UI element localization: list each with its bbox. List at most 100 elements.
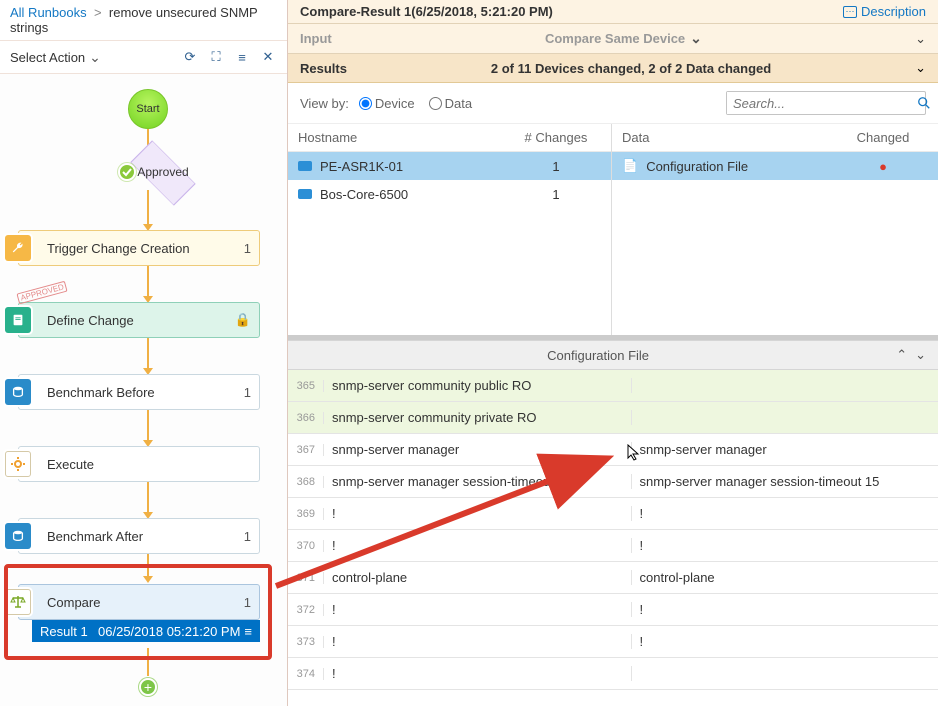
diff-row: 373!! — [288, 626, 938, 658]
results-summary: 2 of 11 Devices changed, 2 of 2 Data cha… — [347, 61, 915, 76]
diff-row: 371control-planecontrol-plane — [288, 562, 938, 594]
arrowhead-icon — [143, 576, 153, 583]
data-name: Configuration File — [646, 159, 748, 174]
left-panel: All Runbooks > remove unsecured SNMP str… — [0, 0, 288, 706]
step-trigger-change[interactable]: Trigger Change Creation 1 — [18, 230, 260, 266]
wrench-icon — [5, 235, 31, 261]
step-count: 1 — [244, 595, 251, 610]
step-benchmark-before[interactable]: Benchmark Before 1 — [18, 374, 260, 410]
diff-row: 370!! — [288, 530, 938, 562]
breadcrumb: All Runbooks > remove unsecured SNMP str… — [0, 0, 287, 41]
connector-line — [147, 266, 149, 296]
connector-line — [147, 482, 149, 512]
diff-left: snmp-server manager session-timeout 15 — [324, 474, 632, 489]
data-row[interactable]: 📄 Configuration File ● — [612, 152, 938, 180]
viewby-device-radio[interactable]: Device — [359, 96, 415, 111]
diff-row: 372!! — [288, 594, 938, 626]
select-action-label: Select Action — [10, 50, 85, 65]
chevron-down-icon[interactable]: ⌄ — [915, 60, 926, 76]
diff-right: snmp-server manager — [632, 442, 938, 457]
header-hostname: Hostname — [298, 130, 511, 145]
device-changes: 1 — [511, 187, 601, 202]
result-label: Result 1 — [40, 624, 88, 639]
diff-left: snmp-server community private RO — [324, 410, 632, 425]
results-row: Results 2 of 11 Devices changed, 2 of 2 … — [288, 54, 938, 83]
diff-right: ! — [632, 538, 938, 553]
gear-icon — [5, 451, 31, 477]
search-icon[interactable] — [917, 92, 931, 114]
diff-left: ! — [324, 602, 632, 617]
focus-icon[interactable]: ⛶ — [207, 48, 225, 66]
compare-title: Compare-Result 1(6/25/2018, 5:21:20 PM) — [300, 4, 553, 19]
step-count: 1 — [244, 385, 251, 400]
input-label: Input — [300, 31, 332, 46]
line-number: 374 — [288, 668, 324, 680]
device-name: Bos-Core-6500 — [320, 187, 408, 202]
scale-icon — [5, 589, 31, 615]
start-node[interactable]: Start — [128, 89, 168, 129]
compare-mode-dropdown[interactable]: Compare Same Device ⌄ — [332, 30, 915, 47]
database-icon — [5, 379, 31, 405]
cursor-icon — [627, 444, 641, 462]
compare-mode-label: Compare Same Device — [545, 31, 685, 46]
chevron-down-icon[interactable]: ⌄ — [915, 347, 926, 363]
radio-data[interactable] — [429, 97, 442, 110]
right-panel: Compare-Result 1(6/25/2018, 5:21:20 PM) … — [288, 0, 938, 706]
device-column: Hostname # Changes PE-ASR1K-01 1 Bos-Cor… — [288, 124, 612, 335]
compare-header: Compare-Result 1(6/25/2018, 5:21:20 PM) … — [288, 0, 938, 24]
connector-line — [147, 338, 149, 368]
device-row[interactable]: Bos-Core-6500 1 — [288, 180, 611, 208]
step-compare[interactable]: Compare 1 — [18, 584, 260, 620]
diff-left: ! — [324, 538, 632, 553]
select-action-dropdown[interactable]: Select Action ⌄ — [10, 49, 101, 66]
description-icon: ⋯ — [843, 6, 857, 18]
step-title: Benchmark After — [47, 529, 143, 544]
device-changes: 1 — [511, 159, 601, 174]
result-date: 06/25/2018 05:21:20 PM — [98, 624, 240, 639]
description-label: Description — [861, 4, 926, 19]
search-input[interactable] — [727, 92, 917, 114]
compare-result-item[interactable]: Result 1 06/25/2018 05:21:20 PM ≡ — [32, 620, 260, 642]
chevron-up-icon[interactable]: ⌃ — [896, 347, 907, 363]
step-title: Define Change — [47, 313, 134, 328]
database-icon — [5, 523, 31, 549]
breadcrumb-root[interactable]: All Runbooks — [10, 5, 87, 20]
device-row[interactable]: PE-ASR1K-01 1 — [288, 152, 611, 180]
diff-right: snmp-server manager session-timeout 15 — [632, 474, 938, 489]
chevron-down-icon: ⌄ — [89, 49, 101, 66]
line-number: 370 — [288, 540, 324, 552]
connector-line — [147, 190, 149, 224]
approved-badge: APPROVED — [16, 281, 68, 305]
step-count: 1 — [244, 241, 251, 256]
diff-right: control-plane — [632, 570, 938, 585]
connector-line — [147, 554, 149, 576]
refresh-icon[interactable]: ⟳ — [181, 48, 199, 66]
diff-body[interactable]: 365snmp-server community public RO366snm… — [288, 370, 938, 706]
device-icon — [298, 161, 312, 171]
viewby-label: View by: — [300, 96, 349, 111]
approved-node[interactable]: Approved — [94, 154, 204, 190]
diff-right: ! — [632, 634, 938, 649]
menu-icon[interactable]: ≡ — [233, 48, 251, 66]
approved-label: Approved — [137, 165, 188, 179]
hamburger-icon[interactable]: ≡ — [244, 624, 252, 639]
add-step-button[interactable]: + — [139, 678, 157, 696]
breadcrumb-separator: > — [90, 5, 106, 20]
diff-row: 369!! — [288, 498, 938, 530]
step-define-change[interactable]: APPROVED Define Change 🔒 — [18, 302, 260, 338]
chevron-down-icon: ⌄ — [690, 30, 702, 47]
chevron-down-icon[interactable]: ⌄ — [915, 31, 926, 47]
device-table: Hostname # Changes PE-ASR1K-01 1 Bos-Cor… — [288, 124, 938, 340]
line-number: 365 — [288, 380, 324, 392]
diff-row: 367snmp-server managersnmp-server manage… — [288, 434, 938, 466]
radio-data-label: Data — [445, 96, 472, 111]
config-title: Configuration File — [300, 348, 896, 363]
description-link[interactable]: ⋯ Description — [843, 4, 926, 19]
table-header: Data Changed — [612, 124, 938, 152]
step-execute[interactable]: Execute — [18, 446, 260, 482]
diff-row: 366snmp-server community private RO — [288, 402, 938, 434]
viewby-data-radio[interactable]: Data — [429, 96, 472, 111]
radio-device[interactable] — [359, 97, 372, 110]
step-benchmark-after[interactable]: Benchmark After 1 — [18, 518, 260, 554]
close-icon[interactable]: ✕ — [259, 48, 277, 66]
